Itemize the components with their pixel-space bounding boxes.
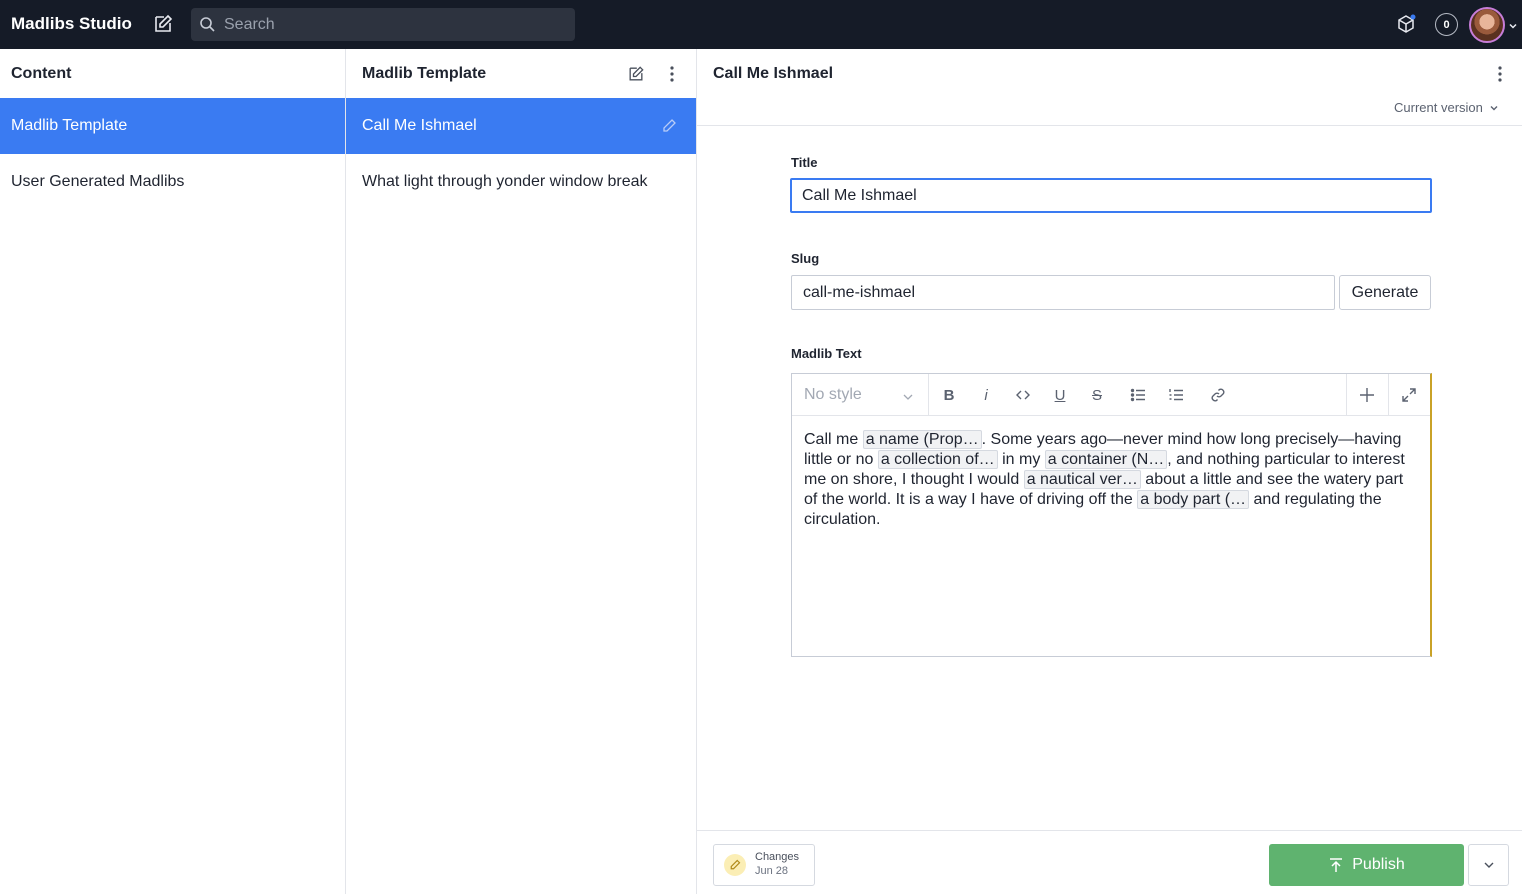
top-bar: Madlibs Studio 0 <box>0 0 1522 49</box>
bullet-list-icon[interactable] <box>1128 385 1148 405</box>
publish-menu-button[interactable] <box>1468 844 1509 886</box>
code-icon[interactable] <box>1013 385 1033 405</box>
version-label: Current version <box>1394 100 1483 115</box>
compose-icon[interactable] <box>151 12 175 36</box>
document-header: Call Me Ishmael Current version <box>697 49 1522 126</box>
slug-input[interactable] <box>791 275 1335 310</box>
changes-label: Changes <box>755 851 800 863</box>
changes-date: Jun 28 <box>755 865 789 877</box>
title-input[interactable] <box>790 178 1432 213</box>
publish-button[interactable]: Publish <box>1269 844 1464 886</box>
document-footer: Changes Jun 28 Publish <box>697 830 1522 894</box>
search-input[interactable] <box>224 8 564 41</box>
style-select[interactable]: No style <box>792 374 929 415</box>
madlib-text-label: Madlib Text <box>791 346 862 361</box>
madlib-placeholder[interactable]: a container (N… <box>1044 450 1168 469</box>
content-pane: Content Madlib Template User Generated M… <box>0 49 346 894</box>
madlib-placeholder[interactable]: a name (Prop… <box>862 430 982 449</box>
italic-icon[interactable]: i <box>976 385 996 405</box>
pencil-icon <box>661 118 677 134</box>
toolbar-divider <box>1388 374 1389 415</box>
madlib-placeholder[interactable]: a body part (… <box>1137 490 1250 509</box>
pane-title: Madlib Template <box>362 64 487 82</box>
pencil-icon <box>724 854 746 876</box>
underline-icon[interactable]: U <box>1050 385 1070 405</box>
pane-title: Content <box>11 64 72 82</box>
generate-button[interactable]: Generate <box>1339 275 1431 310</box>
list-item[interactable]: Call Me Ishmael <box>346 98 696 154</box>
publish-label: Publish <box>1352 856 1405 873</box>
brand-title[interactable]: Madlibs Studio <box>11 14 132 34</box>
numbered-list-icon[interactable] <box>1166 385 1186 405</box>
pane-header: Madlib Template <box>346 49 696 98</box>
madlib-placeholder[interactable]: a nautical ver… <box>1023 470 1141 489</box>
chevron-down-icon <box>902 390 914 402</box>
link-icon[interactable] <box>1208 385 1228 405</box>
chevron-down-icon <box>1490 105 1498 110</box>
more-options-icon[interactable] <box>1490 64 1510 84</box>
document-list-pane: Madlib Template Call Me Ishmael What lig… <box>346 49 697 894</box>
create-document-icon[interactable] <box>626 64 646 84</box>
style-select-value: No style <box>804 385 862 403</box>
avatar[interactable] <box>1469 7 1505 43</box>
list-item[interactable]: What light through yonder window break <box>346 154 696 210</box>
document-title: Call Me Ishmael <box>713 65 834 82</box>
plus-icon[interactable] <box>1357 385 1377 405</box>
list-item-label: What light through yonder window break <box>362 173 648 190</box>
content-item-madlib-template[interactable]: Madlib Template <box>0 98 345 154</box>
search-box[interactable] <box>191 8 575 41</box>
content-item-user-generated[interactable]: User Generated Madlibs <box>0 154 345 210</box>
madlib-placeholder[interactable]: a collection of… <box>877 450 998 469</box>
strikethrough-icon[interactable]: S <box>1087 385 1107 405</box>
slug-label: Slug <box>791 251 820 266</box>
text-segment: Call me <box>804 431 863 448</box>
editor-toolbar: No style B i U S <box>792 374 1430 416</box>
madlib-text[interactable]: Call me a name (Prop…. Some years ago—ne… <box>792 416 1430 544</box>
rich-text-editor[interactable]: No style B i U S Call me a name (Prop… .… <box>791 373 1432 657</box>
version-select[interactable]: Current version <box>1394 100 1499 115</box>
text-segment: in my <box>997 451 1045 468</box>
changes-button[interactable]: Changes Jun 28 <box>713 844 815 886</box>
title-label: Title <box>791 155 818 170</box>
bold-icon[interactable]: B <box>939 385 959 405</box>
cube-icon[interactable] <box>1394 12 1418 36</box>
fullscreen-icon[interactable] <box>1399 385 1419 405</box>
document-editor-pane: Call Me Ishmael Current version Title Sl… <box>697 49 1522 894</box>
chevron-down-icon <box>1484 862 1493 868</box>
search-icon <box>199 16 216 33</box>
publish-icon <box>1330 858 1343 872</box>
more-options-icon[interactable] <box>662 64 682 84</box>
list-item-label: Call Me Ishmael <box>362 117 477 134</box>
notification-count[interactable]: 0 <box>1435 13 1458 36</box>
chevron-down-icon[interactable] <box>1508 18 1518 29</box>
toolbar-divider <box>1346 374 1347 415</box>
